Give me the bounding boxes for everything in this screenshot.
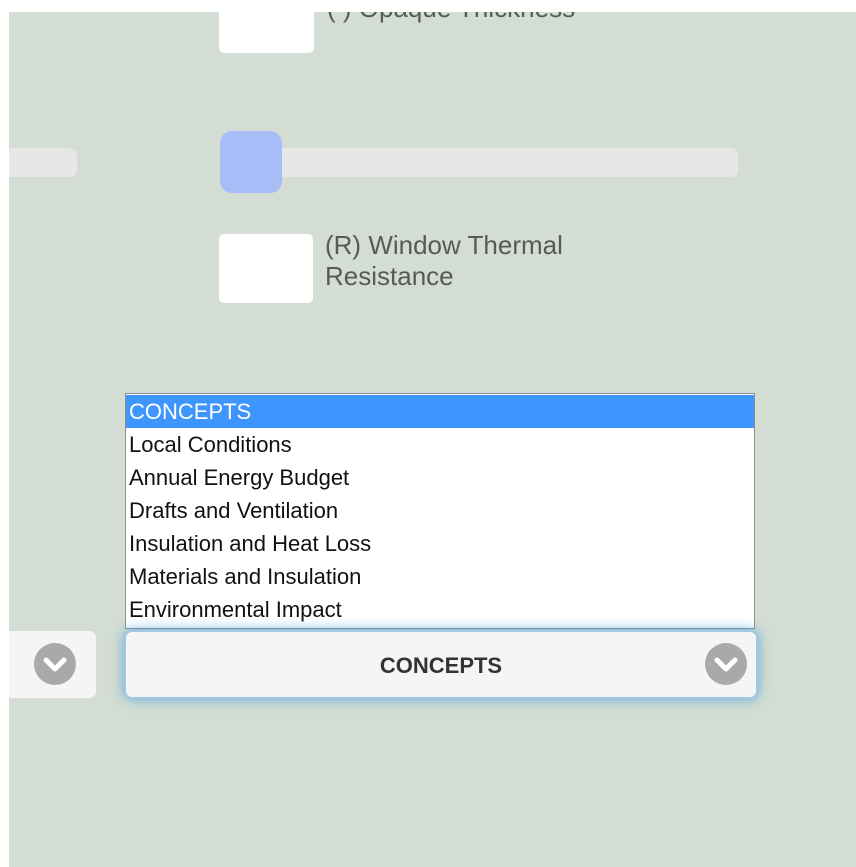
left-slider-track[interactable] xyxy=(9,148,77,177)
secondary-select-button[interactable] xyxy=(9,630,97,699)
window-thermal-resistance-label: (R) Window Thermal Resistance xyxy=(325,230,563,291)
chevron-down-icon[interactable] xyxy=(705,643,747,685)
slider-track[interactable] xyxy=(220,148,738,177)
concepts-dropdown-list[interactable]: CONCEPTS Local Conditions Annual Energy … xyxy=(125,393,755,629)
opaque-thickness-swatch[interactable] xyxy=(219,12,314,53)
dropdown-option-drafts-and-ventilation[interactable]: Drafts and Ventilation xyxy=(126,494,754,527)
concepts-select-value: CONCEPTS xyxy=(379,653,503,678)
slider-thumb[interactable] xyxy=(220,131,282,193)
chevron-down-icon[interactable] xyxy=(34,643,76,685)
dropdown-option-insulation-and-heat-loss[interactable]: Insulation and Heat Loss xyxy=(126,527,754,560)
window-resistance-swatch[interactable] xyxy=(219,234,313,303)
concepts-select-button[interactable]: CONCEPTS xyxy=(124,630,758,699)
dropdown-option-materials-and-insulation[interactable]: Materials and Insulation xyxy=(126,560,754,593)
opaque-thickness-label: ( ) Opaque Thickness xyxy=(327,12,575,24)
dropdown-option-environmental-impact[interactable]: Environmental Impact xyxy=(126,593,754,626)
dropdown-option-annual-energy-budget[interactable]: Annual Energy Budget xyxy=(126,461,754,494)
dropdown-option-local-conditions[interactable]: Local Conditions xyxy=(126,428,754,461)
settings-panel: ( ) Opaque Thickness (R) Window Thermal … xyxy=(9,12,856,867)
dropdown-option-concepts[interactable]: CONCEPTS xyxy=(126,395,754,428)
